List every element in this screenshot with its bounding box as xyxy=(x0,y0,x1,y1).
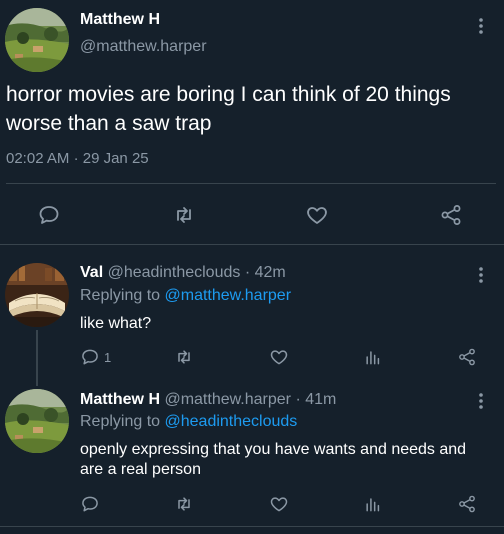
more-options-icon[interactable] xyxy=(471,14,491,38)
analytics-icon xyxy=(366,498,380,512)
avatar-matthew[interactable] xyxy=(5,389,69,453)
avatar-val[interactable] xyxy=(5,263,69,327)
analytics-button[interactable] xyxy=(363,494,383,514)
more-options-icon[interactable] xyxy=(471,263,491,287)
share-icon xyxy=(459,348,475,366)
reply-button[interactable]: 1 xyxy=(80,347,111,367)
tweet-timestamp[interactable]: 02:02 AM · 29 Jan 25 xyxy=(6,150,149,167)
meta-separator: · xyxy=(295,391,301,408)
reply-text: openly expressing that you have wants an… xyxy=(80,441,467,478)
author-name[interactable]: Matthew H xyxy=(80,11,160,29)
tweet-text: horror movies are boring I can think of … xyxy=(6,83,451,135)
author-handle[interactable]: @matthew.harper xyxy=(80,38,207,56)
avatar-matthew[interactable] xyxy=(5,8,69,72)
reply-author-name[interactable]: Matthew H xyxy=(80,391,160,408)
reply-author-handle[interactable]: @headintheclouds xyxy=(108,264,241,281)
reply-icon xyxy=(39,206,59,224)
like-icon xyxy=(270,350,288,365)
reply-time[interactable]: 42m xyxy=(255,264,286,281)
share-icon xyxy=(459,495,475,513)
retweet-icon xyxy=(178,497,190,511)
share-button[interactable] xyxy=(439,203,463,227)
thread-line xyxy=(36,330,38,386)
reply-count: 1 xyxy=(104,349,112,365)
reply-button[interactable] xyxy=(80,494,104,514)
replying-to-link[interactable]: @matthew.harper xyxy=(165,287,292,304)
tweet-date: 29 Jan 25 xyxy=(82,150,149,167)
divider xyxy=(0,244,504,245)
share-icon xyxy=(441,205,461,225)
reply-header: Val @headintheclouds · 42m xyxy=(80,264,286,282)
share-button[interactable] xyxy=(457,347,477,367)
like-button[interactable] xyxy=(305,203,329,227)
meta-separator: · xyxy=(73,150,79,167)
like-icon xyxy=(270,497,288,512)
meta-separator: · xyxy=(244,264,251,281)
replying-to: Replying to @headintheclouds xyxy=(80,413,297,431)
reply-author-handle[interactable]: @matthew.harper xyxy=(164,391,291,408)
tweet-time: 02:02 AM xyxy=(6,150,70,167)
reply-time[interactable]: 41m xyxy=(305,391,336,408)
analytics-button[interactable] xyxy=(363,347,383,367)
share-button[interactable] xyxy=(457,494,477,514)
reply-button[interactable] xyxy=(37,203,61,227)
like-button[interactable] xyxy=(269,494,289,514)
divider xyxy=(0,526,504,527)
divider xyxy=(6,183,496,184)
retweet-button[interactable] xyxy=(172,203,196,227)
more-options-icon[interactable] xyxy=(471,389,491,413)
reply-header: Matthew H @matthew.harper · 41m xyxy=(80,391,336,409)
like-button[interactable] xyxy=(269,347,289,367)
reply-text: like what? xyxy=(80,315,152,332)
reply-author-name[interactable]: Val xyxy=(80,264,103,281)
retweet-button[interactable] xyxy=(174,494,194,514)
analytics-icon xyxy=(366,351,380,365)
retweet-icon xyxy=(177,207,191,223)
retweet-button[interactable] xyxy=(174,347,194,367)
replying-to-label: Replying to xyxy=(80,287,161,304)
replying-to-label: Replying to xyxy=(80,413,161,430)
replying-to-link[interactable]: @headintheclouds xyxy=(165,413,298,430)
reply-icon xyxy=(82,349,98,365)
replying-to: Replying to @matthew.harper xyxy=(80,287,291,305)
like-icon xyxy=(307,207,327,224)
reply-icon xyxy=(82,496,98,512)
retweet-icon xyxy=(178,350,190,364)
